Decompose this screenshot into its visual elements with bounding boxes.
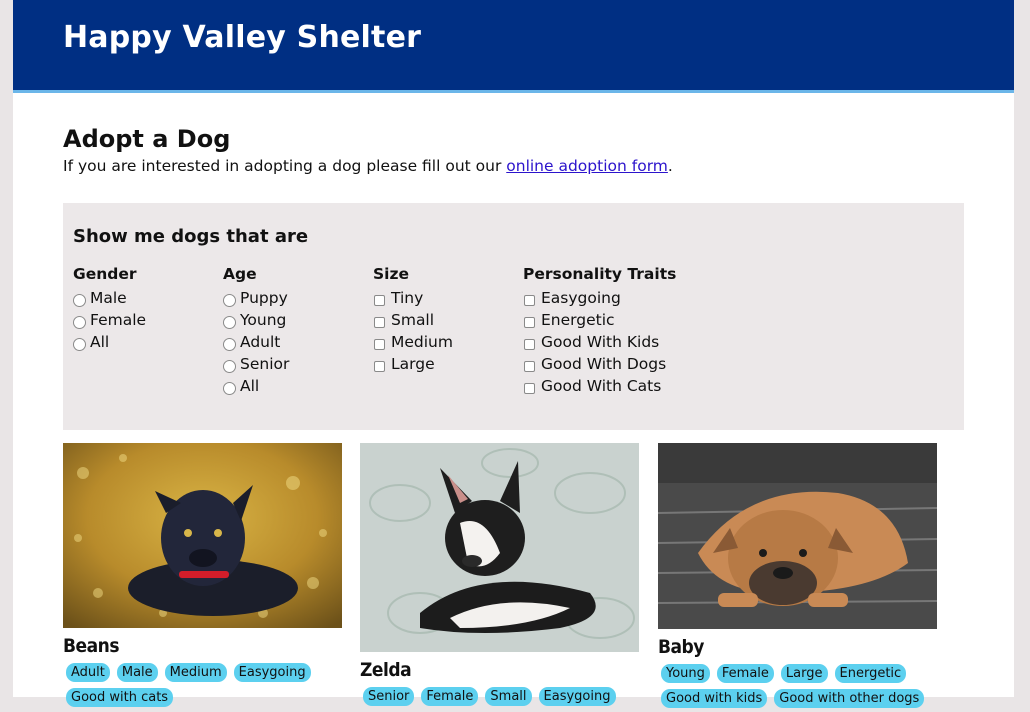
intro-suffix: . [667,157,673,175]
size-option-tiny[interactable]: Tiny [373,287,453,309]
dog-tags-beans: Adult Male Medium Easygoing Good with cats [63,661,343,711]
gender-filter-title: Gender [73,265,137,283]
radio-button[interactable] [223,315,236,329]
tag: Large [780,664,828,683]
checkbox[interactable] [524,382,535,394]
age-option-puppy[interactable]: Puppy [223,287,289,309]
radio-button[interactable] [73,293,86,307]
traits-filter-title: Personality Traits [523,265,677,283]
tag: Easygoing [233,663,311,682]
age-option-senior[interactable]: Senior [223,353,289,375]
trait-option-good-with-dogs[interactable]: Good With Dogs [523,353,676,375]
traits-filter-group: Personality Traits Easygoing Energetic G… [523,265,676,397]
size-option-small[interactable]: Small [373,309,453,331]
tag: Good with other dogs [774,689,925,708]
dog-name-baby[interactable]: Baby [658,636,938,658]
dog-name-beans[interactable]: Beans [63,635,343,657]
age-option-young[interactable]: Young [223,309,289,331]
checkbox[interactable] [524,338,535,350]
radio-button[interactable] [73,337,86,351]
checkbox[interactable] [374,316,385,328]
intro-text: If you are interested in adopting a dog … [63,157,673,175]
age-filter-group: Age Puppy Young Adult Senior All [223,265,289,397]
trait-option-good-with-cats[interactable]: Good With Cats [523,375,676,397]
radio-button[interactable] [223,381,236,395]
checkbox[interactable] [524,360,535,372]
tag: Energetic [834,664,907,683]
radio-button[interactable] [73,315,86,329]
size-filter-group: Size Tiny Small Medium Large [373,265,453,375]
dog-tags-zelda: Senior Female Small Easygoing [360,685,640,710]
dog-tags-baby: Young Female Large Energetic Good with kids G… [658,662,938,712]
radio-button[interactable] [223,337,236,351]
gender-option-all[interactable]: All [73,331,146,353]
age-filter-title: Age [223,265,257,283]
dog-photo-baby[interactable] [658,443,937,629]
checkbox[interactable] [524,316,535,328]
dog-photo-zelda[interactable] [360,443,639,652]
gender-option-female[interactable]: Female [73,309,146,331]
dog-name-zelda[interactable]: Zelda [360,659,640,681]
filter-panel: Show me dogs that are Gender Male Female… [63,203,964,430]
size-option-medium[interactable]: Medium [373,331,453,353]
size-option-large[interactable]: Large [373,353,453,375]
tag: Good with kids [661,689,768,708]
gender-filter-group: Gender Male Female All [73,265,146,353]
dog-card-beans[interactable]: Beans Adult Male Medium Easygoing Good with … [63,443,343,711]
trait-option-energetic[interactable]: Energetic [523,309,676,331]
page: Happy Valley Shelter Adopt a Dog If you … [13,0,1014,708]
age-option-adult[interactable]: Adult [223,331,289,353]
gender-option-male[interactable]: Male [73,287,146,309]
adoption-form-link[interactable]: online adoption form [506,157,668,175]
dog-card-baby[interactable]: Baby Young Female Large Energetic Good with … [658,443,938,712]
tag: Adult [66,663,110,682]
filter-panel-title: Show me dogs that are [73,226,309,247]
intro-prefix: If you are interested in adopting a dog … [63,157,507,175]
trait-option-good-with-kids[interactable]: Good With Kids [523,331,676,353]
tag: Good with cats [66,688,174,707]
tag: Young [661,664,710,683]
checkbox[interactable] [374,360,385,372]
checkbox[interactable] [374,338,385,350]
tag: Female [716,664,774,683]
radio-button[interactable] [223,293,236,307]
tag: Male [116,663,158,682]
age-option-all[interactable]: All [223,375,289,397]
tag: Medium [164,663,227,682]
trait-option-easygoing[interactable]: Easygoing [523,287,676,309]
radio-button[interactable] [223,359,236,373]
dog-photo-beans[interactable] [63,443,342,628]
size-filter-title: Size [373,265,410,283]
checkbox[interactable] [374,294,385,306]
page-title: Adopt a Dog [63,125,231,153]
dog-card-zelda[interactable]: Zelda Senior Female Small Easygoing [360,443,640,710]
checkbox[interactable] [524,294,535,306]
site-title: Happy Valley Shelter [63,20,422,55]
site-header: Happy Valley Shelter [13,0,1014,93]
